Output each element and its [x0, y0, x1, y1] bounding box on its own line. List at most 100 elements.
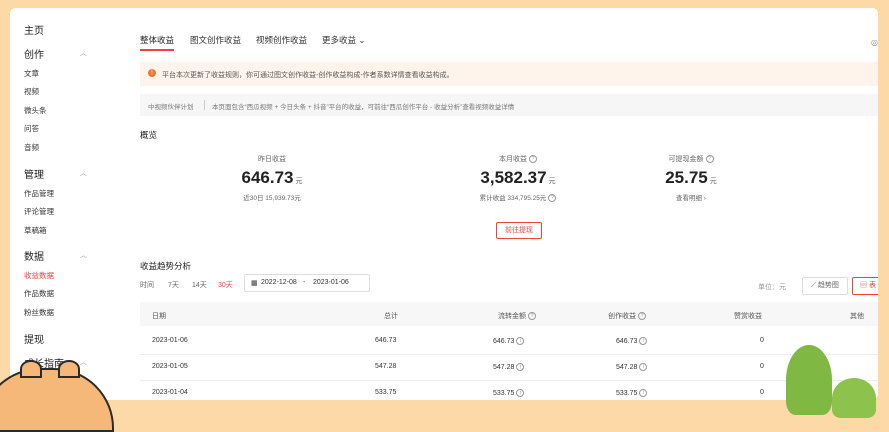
- table-view-button[interactable]: ▤ 表: [852, 277, 878, 295]
- cell-total: 646.73: [375, 337, 397, 344]
- kpi-unit: 元: [548, 178, 556, 185]
- info-icon[interactable]: i: [516, 337, 525, 345]
- info-icon[interactable]: i: [639, 389, 648, 397]
- tab-overall-income[interactable]: 整体收益: [140, 34, 175, 51]
- cell-tips: 0: [760, 363, 764, 370]
- table-icon: ▤: [860, 282, 868, 289]
- chevron-up-icon[interactable]: ︿: [80, 250, 87, 260]
- cell-value: 547.28: [493, 363, 515, 371]
- sidebar-group-data[interactable]: 数据: [24, 248, 44, 263]
- cell-date: 2023-01-06: [152, 337, 188, 344]
- calendar-icon: ▦: [251, 280, 258, 287]
- tree-decoration: [786, 345, 832, 415]
- sidebar-item-income-data[interactable]: 收益数据: [24, 270, 54, 281]
- help-icon[interactable]: ?: [529, 155, 537, 164]
- kpi-number: 646.73: [241, 168, 294, 187]
- kpi-number: 3,582.37: [480, 168, 547, 187]
- info-icon[interactable]: i: [516, 389, 525, 397]
- sidebar-item-works-data[interactable]: 作品数据: [24, 288, 54, 299]
- sidebar-item-audio[interactable]: 音频: [24, 142, 39, 153]
- help-icon[interactable]: ?: [528, 312, 536, 321]
- tree-decoration: [832, 378, 876, 418]
- app-window: 主页 创作 ︿ 文章 视频 微头条 问答 音频 管理 ︿ 作品管理 评论管理 草…: [10, 8, 878, 400]
- sidebar-item-article[interactable]: 文章: [24, 68, 39, 79]
- line-chart-icon: ⟋: [811, 282, 816, 289]
- help-icon[interactable]: ?: [705, 155, 714, 164]
- kpi-value: 25.75 元: [611, 168, 771, 188]
- tab-more-income[interactable]: 更多收益 ⌄: [322, 34, 366, 46]
- sidebar-home[interactable]: 主页: [24, 22, 44, 37]
- sidebar-group-manage[interactable]: 管理: [24, 166, 44, 181]
- cell-transfer: 533.75 i: [493, 389, 525, 397]
- plan-label: 中视频伙伴计划: [148, 104, 194, 111]
- chevron-down-icon: ⌄: [358, 35, 366, 45]
- view-details-link[interactable]: 查看明细 ›: [611, 192, 771, 202]
- kpi-label: 本月收益?: [438, 154, 598, 164]
- header-creation-label: 创作收益: [608, 313, 636, 320]
- range-14d[interactable]: 14天: [192, 280, 207, 290]
- range-7d[interactable]: 7天: [168, 280, 179, 290]
- sidebar-item-qa[interactable]: 问答: [24, 123, 39, 134]
- cell-transfer: 547.28 i: [493, 363, 525, 371]
- header-tips: 赞赏收益: [734, 313, 762, 320]
- cell-tips: 0: [760, 337, 764, 344]
- kpi-withdrawable: 可提现金额? 25.75 元 查看明细 ›: [611, 154, 771, 202]
- sidebar-item-video[interactable]: 视频: [24, 86, 39, 97]
- info-icon[interactable]: i: [639, 337, 648, 345]
- main-content: 整体收益 图文创作收益 视频创作收益 更多收益 ⌄ ◎ ! 平台本次更新了收益规…: [108, 8, 878, 400]
- header-transfer-label: 流转金额: [498, 313, 526, 320]
- kpi-sub: 累计收益 334,795.25元?: [438, 192, 598, 203]
- divider: [204, 100, 205, 110]
- cat-ear-decoration: [58, 360, 80, 378]
- kpi-label: 昨日收益: [258, 156, 286, 163]
- chevron-up-icon[interactable]: ︿: [80, 357, 87, 367]
- sidebar-item-fans-data[interactable]: 粉丝数据: [24, 307, 54, 318]
- time-label: 时间: [140, 282, 154, 289]
- info-icon[interactable]: i: [639, 363, 648, 371]
- kpi-value: 646.73 元: [192, 168, 352, 188]
- range-30d[interactable]: 30天: [218, 280, 233, 290]
- sidebar-item-drafts[interactable]: 草稿箱: [24, 225, 47, 236]
- date-range-picker[interactable]: ▦ 2022-12-08 - 2023-01-06: [244, 274, 370, 292]
- trend-chart-button[interactable]: ⟋ 趋势图: [802, 277, 848, 295]
- tab-article-income[interactable]: 图文创作收益: [190, 34, 241, 46]
- sidebar: 主页 创作 ︿ 文章 视频 微头条 问答 音频 管理 ︿ 作品管理 评论管理 草…: [10, 8, 105, 400]
- overview-title: 概览: [140, 130, 158, 140]
- table-row: 2023-01-04 533.75 533.75 i 533.75 i 0: [140, 380, 878, 400]
- help-icon[interactable]: ?: [638, 312, 646, 321]
- sidebar-item-microheadline[interactable]: 微头条: [24, 105, 47, 116]
- kpi-yesterday: 昨日收益 646.73 元 近30日 15,939.73元: [192, 154, 352, 202]
- header-total: 总计: [384, 313, 398, 320]
- header-creation: 创作收益?: [608, 311, 646, 321]
- kpi-label-text: 可提现金额: [668, 156, 704, 163]
- cell-total: 547.28: [375, 363, 397, 370]
- sidebar-withdraw[interactable]: 提现: [24, 331, 44, 346]
- header-transfer: 流转金额?: [498, 311, 536, 321]
- cell-value: 646.73: [493, 337, 515, 345]
- cell-value: 533.75: [616, 389, 638, 397]
- date-end: 2023-01-06: [313, 279, 349, 286]
- chevron-up-icon[interactable]: ︿: [80, 168, 87, 178]
- notice-text: 平台本次更新了收益规则，你可通过图文创作收益-创作收益构成-作者系数详情查看收益…: [162, 72, 454, 79]
- kpi-month: 本月收益? 3,582.37 元 累计收益 334,795.25元?: [438, 154, 598, 203]
- plan-text: 本页面包含“西瓜视频 + 今日头条 + 抖音”平台的收益，可前往“西瓜创作平台 …: [212, 104, 515, 111]
- sidebar-group-create[interactable]: 创作: [24, 46, 44, 61]
- cell-value: 646.73: [616, 337, 638, 345]
- help-icon[interactable]: ?: [548, 194, 557, 203]
- table-header: 日期 总计 流转金额? 创作收益? 赞赏收益 其他: [140, 302, 878, 326]
- kpi-unit: 元: [709, 178, 717, 185]
- chevron-up-icon[interactable]: ︿: [80, 48, 87, 58]
- cell-value: 533.75: [493, 389, 515, 397]
- date-start: 2022-12-08: [261, 279, 297, 286]
- plan-banner: 中视频伙伴计划 本页面包含“西瓜视频 + 今日头条 + 抖音”平台的收益，可前往…: [140, 94, 878, 116]
- cell-creation: 547.28 i: [616, 363, 648, 371]
- sidebar-item-works[interactable]: 作品管理: [24, 188, 54, 199]
- tab-video-income[interactable]: 视频创作收益: [256, 34, 307, 46]
- withdraw-button[interactable]: 前往提现: [496, 222, 542, 239]
- alert-icon: !: [148, 69, 156, 77]
- info-icon[interactable]: i: [516, 363, 525, 371]
- header-date: 日期: [152, 313, 166, 320]
- kpi-number: 25.75: [665, 168, 708, 187]
- sidebar-item-comments[interactable]: 评论管理: [24, 206, 54, 217]
- settings-icon[interactable]: ◎: [871, 38, 878, 47]
